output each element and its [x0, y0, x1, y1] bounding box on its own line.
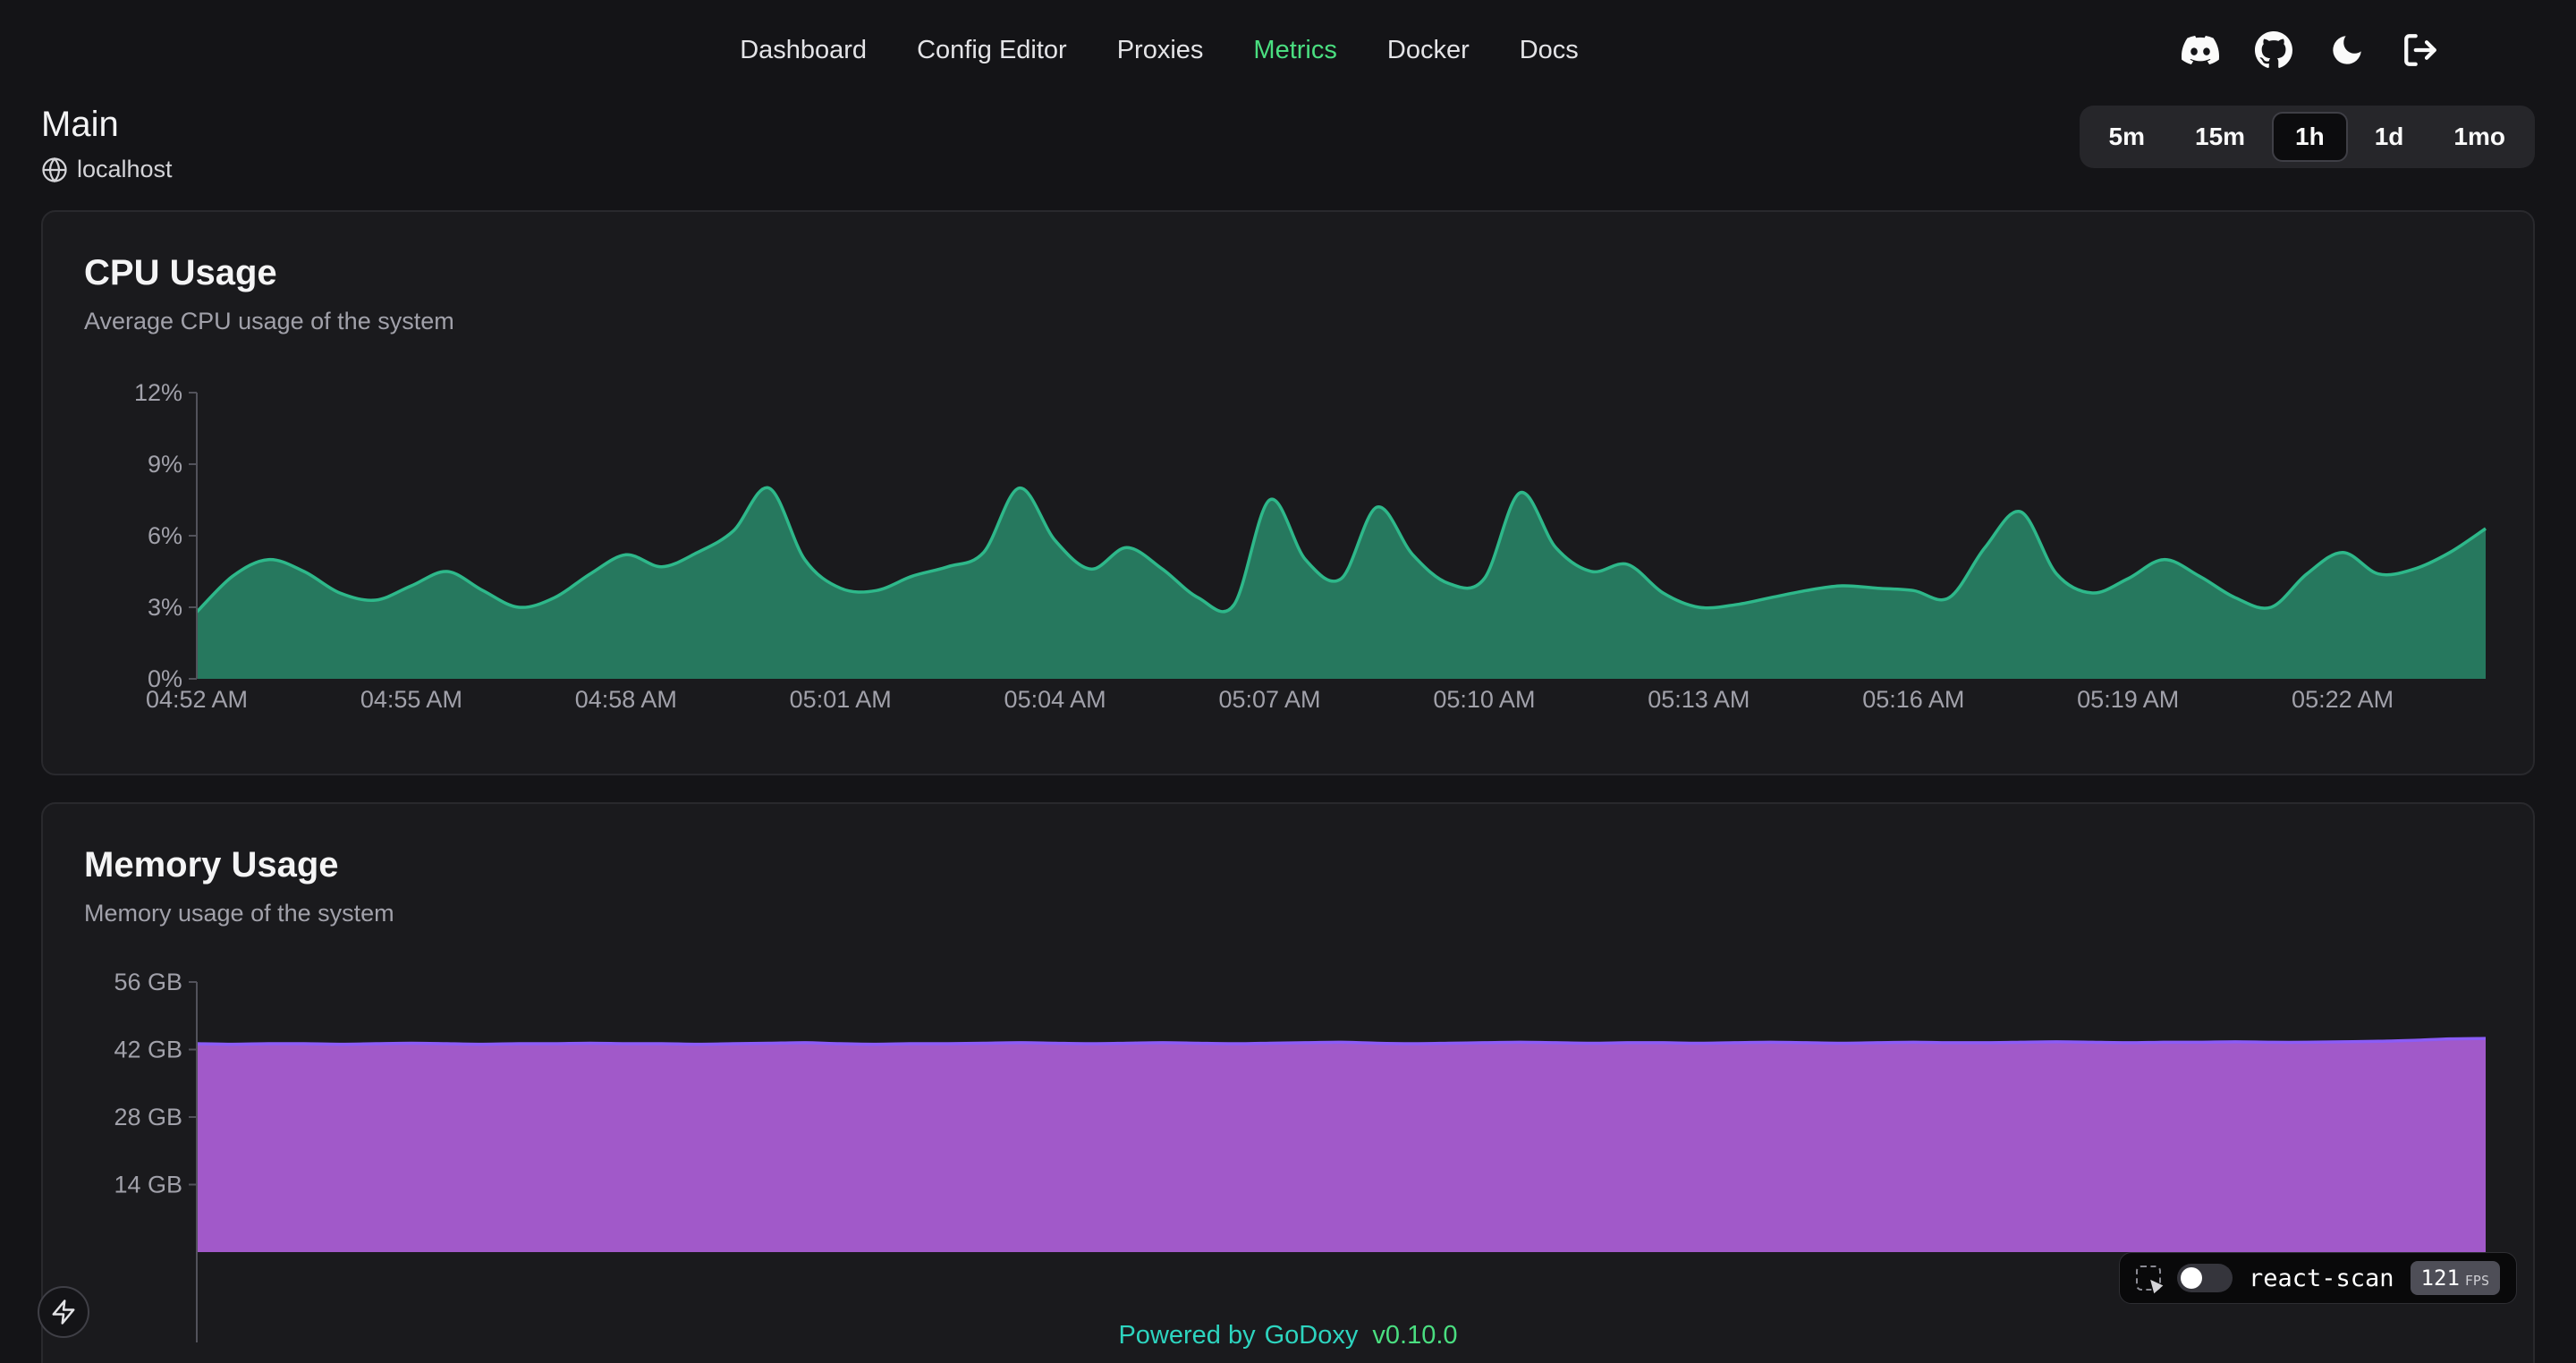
metrics-main: CPU Usage Average CPU usage of the syste…	[0, 210, 2576, 1363]
inspect-icon	[2136, 1266, 2161, 1291]
subheader: Main localhost 5m 15m 1h 1d 1mo	[0, 100, 2576, 183]
svg-text:9%: 9%	[148, 451, 182, 478]
svg-text:04:55 AM: 04:55 AM	[360, 686, 462, 713]
nav-item[interactable]: Metrics	[1253, 36, 1336, 65]
github-icon	[2255, 31, 2292, 69]
time-range-button[interactable]: 1h	[2272, 112, 2348, 162]
host-row: localhost	[41, 156, 173, 183]
cpu-usage-card: CPU Usage Average CPU usage of the syste…	[41, 210, 2535, 775]
svg-text:3%: 3%	[148, 594, 182, 621]
memory-usage-subtitle: Memory usage of the system	[84, 900, 2492, 927]
svg-text:05:22 AM: 05:22 AM	[2292, 686, 2394, 713]
logout-button[interactable]	[2399, 29, 2442, 72]
time-range-button[interactable]: 1d	[2351, 112, 2428, 162]
time-range-button[interactable]: 5m	[2086, 112, 2168, 162]
moon-icon	[2328, 31, 2366, 69]
powered-by-label: Powered by	[1118, 1321, 1255, 1350]
discord-link[interactable]	[2179, 29, 2222, 72]
time-range-button[interactable]: 1mo	[2430, 112, 2529, 162]
nav-item[interactable]: Docker	[1387, 36, 1470, 65]
svg-text:05:07 AM: 05:07 AM	[1218, 686, 1320, 713]
godoxy-link[interactable]: GoDoxy	[1265, 1321, 1359, 1350]
nav-item[interactable]: Config Editor	[917, 36, 1067, 65]
footer: Powered by GoDoxy v0.10.0	[0, 1321, 2576, 1350]
host-info: Main localhost	[41, 104, 173, 183]
svg-text:42 GB: 42 GB	[114, 1037, 182, 1063]
topbar-icons	[2179, 0, 2442, 100]
page-title: Main	[41, 104, 173, 145]
svg-text:6%: 6%	[148, 522, 182, 549]
nav-item[interactable]: Dashboard	[740, 36, 867, 65]
quick-actions-button[interactable]	[38, 1286, 89, 1338]
svg-text:05:13 AM: 05:13 AM	[1648, 686, 1750, 713]
time-range-selector: 5m 15m 1h 1d 1mo	[2080, 106, 2535, 168]
react-scan-toggle[interactable]	[2177, 1264, 2233, 1292]
svg-text:04:58 AM: 04:58 AM	[575, 686, 677, 713]
cpu-usage-title: CPU Usage	[84, 253, 2492, 293]
react-scan-label: react-scan	[2249, 1265, 2394, 1292]
globe-icon	[41, 157, 68, 183]
theme-toggle-button[interactable]	[2326, 29, 2368, 72]
svg-text:56 GB: 56 GB	[114, 969, 182, 995]
logout-icon	[2402, 31, 2439, 69]
svg-text:04:52 AM: 04:52 AM	[146, 686, 248, 713]
cpu-usage-subtitle: Average CPU usage of the system	[84, 308, 2492, 335]
fps-unit: FPS	[2465, 1273, 2489, 1289]
svg-text:28 GB: 28 GB	[114, 1104, 182, 1130]
discord-icon	[2182, 31, 2219, 69]
topbar: Dashboard Config Editor Proxies Metrics …	[0, 0, 2576, 100]
fps-badge: 121 FPS	[2411, 1261, 2500, 1295]
svg-text:05:10 AM: 05:10 AM	[1433, 686, 1535, 713]
memory-usage-title: Memory Usage	[84, 845, 2492, 885]
fps-value: 121	[2421, 1266, 2460, 1291]
svg-text:05:01 AM: 05:01 AM	[790, 686, 892, 713]
toggle-knob	[2181, 1267, 2202, 1289]
lightning-icon	[50, 1299, 77, 1325]
svg-text:14 GB: 14 GB	[114, 1172, 182, 1198]
nav-item[interactable]: Docs	[1520, 36, 1579, 65]
svg-text:05:19 AM: 05:19 AM	[2077, 686, 2179, 713]
react-scan-toolbar[interactable]: react-scan 121 FPS	[2119, 1252, 2517, 1304]
svg-text:05:16 AM: 05:16 AM	[1862, 686, 1964, 713]
nav-item[interactable]: Proxies	[1117, 36, 1204, 65]
time-range-button[interactable]: 15m	[2172, 112, 2268, 162]
github-link[interactable]	[2252, 29, 2295, 72]
version-link[interactable]: v0.10.0	[1372, 1321, 1457, 1350]
main-nav: Dashboard Config Editor Proxies Metrics …	[740, 0, 1579, 100]
cpu-usage-chart: 0%3%6%9%12%04:52 AM04:55 AM04:58 AM05:01…	[84, 375, 2492, 732]
svg-text:12%: 12%	[134, 379, 182, 406]
svg-text:05:04 AM: 05:04 AM	[1004, 686, 1106, 713]
hostname-label: localhost	[77, 156, 173, 183]
